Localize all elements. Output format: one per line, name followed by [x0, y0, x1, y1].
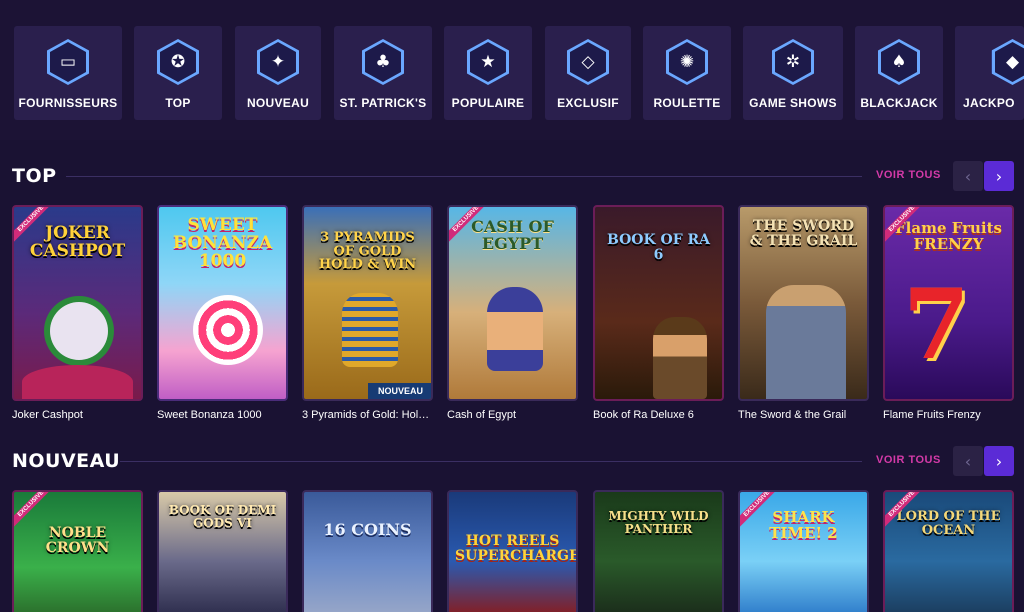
- game-title: Joker Cashpot: [12, 409, 83, 421]
- chevron-right-icon: ›: [995, 166, 1003, 186]
- category-label: TOP: [165, 96, 191, 110]
- category-jackpot[interactable]: ◆ JACKPO: [955, 26, 1024, 120]
- spade-icon: ♠: [881, 42, 917, 82]
- award-icon: ✪: [160, 42, 196, 82]
- category-label: JACKPO: [963, 96, 1015, 110]
- exclusive-badge: EXCLUSIVE: [14, 492, 56, 529]
- new-badge: NOUVEAU: [367, 383, 431, 399]
- game-card-sweet-bonanza-1000[interactable]: SWEET BONANZA 1000: [157, 205, 288, 401]
- category-blackjack[interactable]: ♠ BLACKJACK: [855, 26, 943, 120]
- game-title: Flame Fruits Frenzy: [883, 409, 981, 421]
- explorer-image: [653, 317, 707, 399]
- game-card-sword-and-grail[interactable]: THE SWORD & THE GRAIL: [738, 205, 869, 401]
- chevron-left-icon: ‹: [964, 166, 972, 186]
- sparkle-icon: ✦: [260, 42, 296, 82]
- category-game-shows[interactable]: ✲ GAME SHOWS: [743, 26, 843, 120]
- category-populaire[interactable]: ★ POPULAIRE: [444, 26, 532, 120]
- lollipop-image: [193, 295, 263, 365]
- jackpot-icon: ◆: [994, 42, 1024, 82]
- queen-image: [487, 287, 543, 371]
- category-nouveau[interactable]: ✦ NOUVEAU: [235, 26, 321, 120]
- game-logo: 16 COINS: [323, 520, 412, 539]
- game-card-mighty-wild-panther[interactable]: MIGHTY WILD PANTHER: [593, 490, 724, 612]
- joker-face-image: [50, 302, 108, 360]
- diamond-icon: ◇: [570, 42, 606, 82]
- game-title: Sweet Bonanza 1000: [157, 409, 262, 421]
- game-card-cash-of-egypt[interactable]: CASH OF EGYPT EXCLUSIVE: [447, 205, 578, 401]
- game-card-noble-crown[interactable]: NOBLE CROWN EXCLUSIVE: [12, 490, 143, 612]
- game-logo: JOKER CASHPOT: [29, 223, 126, 261]
- category-label: FOURNISSEURS: [18, 96, 118, 110]
- category-label: POPULAIRE: [451, 96, 525, 110]
- category-top[interactable]: ✪ TOP: [134, 26, 222, 120]
- game-card-book-of-ra-deluxe-6[interactable]: BOOK OF RA 6: [593, 205, 724, 401]
- game-card-16-coins[interactable]: 16 COINS: [302, 490, 433, 612]
- section-title-top: TOP: [12, 165, 57, 187]
- star-icon: ★: [470, 42, 506, 82]
- category-label: ST. PATRICK'S: [339, 96, 427, 110]
- chevron-left-icon: ‹: [964, 451, 972, 471]
- see-all-top-link[interactable]: VOIR TOUS: [876, 169, 941, 181]
- category-bar: ▭ FOURNISSEURS ✪ TOP ✦ NOUVEAU ♣ ST. PAT…: [0, 0, 1024, 140]
- game-card-shark-time-2[interactable]: SHARK TIME! 2 EXCLUSIVE: [738, 490, 869, 612]
- game-title: 3 Pyramids of Gold: Hol…: [302, 409, 430, 421]
- game-logo: SWEET BONANZA 1000: [172, 215, 273, 271]
- section-title-nouveau: NOUVEAU: [12, 450, 121, 472]
- category-label: EXCLUSIF: [557, 96, 619, 110]
- section-divider: [66, 176, 862, 177]
- game-logo: 3 PYRAMIDS OF GOLD HOLD & WIN: [318, 230, 417, 273]
- category-label: ROULETTE: [653, 96, 721, 110]
- category-st-patricks[interactable]: ♣ ST. PATRICK'S: [334, 26, 432, 120]
- game-logo: LORD OF THE OCEAN: [896, 509, 1001, 538]
- game-card-flame-fruits-frenzy[interactable]: Flame Fruits FRENZY 7 EXCLUSIVE: [883, 205, 1014, 401]
- section-divider: [120, 461, 862, 462]
- carousel-next-button[interactable]: ›: [984, 446, 1014, 476]
- seven-symbol-image: 7: [903, 268, 970, 381]
- game-logo: BOOK OF RA 6: [606, 232, 711, 263]
- game-title: Cash of Egypt: [447, 409, 517, 421]
- game-logo: MIGHTY WILD PANTHER: [608, 509, 709, 536]
- category-roulette[interactable]: ✺ ROULETTE: [643, 26, 731, 120]
- game-logo: CASH OF EGYPT: [471, 217, 554, 253]
- category-label: NOUVEAU: [246, 96, 310, 110]
- game-logo: THE SWORD & THE GRAIL: [749, 218, 858, 249]
- carousel-next-button[interactable]: ›: [984, 161, 1014, 191]
- wheel-icon: ✲: [775, 42, 811, 82]
- category-label: GAME SHOWS: [749, 96, 837, 110]
- knight-image: [766, 285, 846, 399]
- game-title: The Sword & the Grail: [738, 409, 847, 421]
- game-card-book-of-demi-gods-vi[interactable]: BOOK OF DEMI GODS VI: [157, 490, 288, 612]
- roulette-icon: ✺: [669, 42, 705, 82]
- game-card-3-pyramids-of-gold[interactable]: 3 PYRAMIDS OF GOLD HOLD & WIN NOUVEAU: [302, 205, 433, 401]
- carousel-prev-button[interactable]: ‹: [953, 446, 983, 476]
- see-all-nouveau-link[interactable]: VOIR TOUS: [876, 454, 941, 466]
- category-exclusif[interactable]: ◇ EXCLUSIF: [545, 26, 631, 120]
- game-logo: NOBLE CROWN: [45, 525, 110, 556]
- game-card-lord-of-the-ocean[interactable]: LORD OF THE OCEAN EXCLUSIVE: [883, 490, 1014, 612]
- game-card-joker-cashpot[interactable]: JOKER CASHPOT EXCLUSIVE: [12, 205, 143, 401]
- game-title: Book of Ra Deluxe 6: [593, 409, 694, 421]
- game-logo: Flame Fruits FRENZY: [895, 219, 1002, 253]
- game-logo: BOOK OF DEMI GODS VI: [168, 503, 277, 530]
- game-card-hot-reels[interactable]: HOT REELS SUPERCHARGED: [447, 490, 578, 612]
- pharaoh-image: [342, 293, 398, 367]
- carousel-prev-button[interactable]: ‹: [953, 161, 983, 191]
- game-logo: SHARK TIME! 2: [769, 508, 838, 542]
- chevron-right-icon: ›: [995, 451, 1003, 471]
- category-fournisseurs[interactable]: ▭ FOURNISSEURS: [14, 26, 122, 120]
- category-label: BLACKJACK: [860, 96, 938, 110]
- game-logo: HOT REELS SUPERCHARGED: [455, 533, 576, 564]
- leprechaun-hat-icon: ♣: [365, 42, 401, 82]
- folder-icon: ▭: [50, 42, 86, 82]
